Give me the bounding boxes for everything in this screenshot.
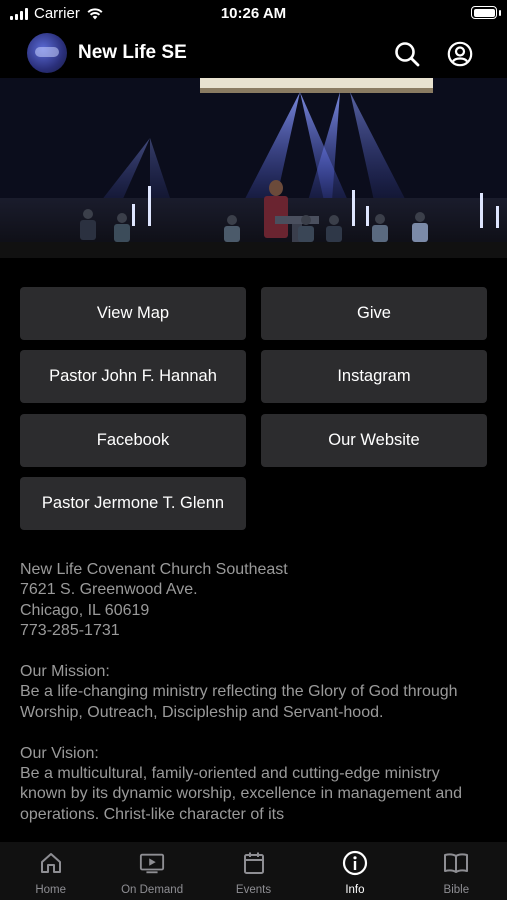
tab-bible[interactable]: Bible <box>406 842 507 900</box>
church-name: New Life Covenant Church Southeast <box>20 561 288 578</box>
tab-info[interactable]: Info <box>304 842 405 900</box>
vision-heading: Our Vision: <box>20 744 99 762</box>
tab-bar: Home On Demand Events Info Bible <box>0 842 507 900</box>
app-header: New Life SE <box>0 28 507 78</box>
church-logo <box>27 33 67 73</box>
pastor-hannah-button[interactable]: Pastor John F. Hannah <box>20 350 246 403</box>
home-icon <box>38 850 64 876</box>
hero-image <box>0 78 507 258</box>
vision-block: Our Vision: Be a multicultural, family-o… <box>20 744 490 826</box>
tab-label: Home <box>35 884 67 896</box>
app-title: New Life SE <box>78 42 187 63</box>
facebook-button[interactable]: Facebook <box>20 414 246 467</box>
status-time: 10:26 AM <box>220 5 287 22</box>
instagram-button[interactable]: Instagram <box>261 350 487 403</box>
tab-home[interactable]: Home <box>0 842 101 900</box>
website-button[interactable]: Our Website <box>261 414 487 467</box>
battery-nub <box>499 10 501 16</box>
play-icon <box>139 850 165 876</box>
give-button[interactable]: Give <box>261 287 487 340</box>
info-icon <box>342 850 368 876</box>
book-icon <box>443 850 469 876</box>
mission-text: Be a life-changing ministry reflecting t… <box>20 683 458 721</box>
mission-heading: Our Mission: <box>20 663 110 681</box>
account-button[interactable] <box>446 40 474 68</box>
view-map-button[interactable]: View Map <box>20 287 246 340</box>
tab-label: Info <box>345 884 365 896</box>
tab-on-demand[interactable]: On Demand <box>101 842 202 900</box>
pastor-glenn-button[interactable]: Pastor Jermone T. Glenn <box>20 477 246 530</box>
phone-number[interactable]: 773-285-1731 <box>20 621 490 641</box>
user-icon <box>447 41 473 67</box>
vision-text: Be a multicultural, family-oriented and … <box>20 765 463 823</box>
mission-block: Our Mission: Be a life-changing ministry… <box>20 662 490 723</box>
status-bar: Carrier 10:26 AM <box>0 0 507 28</box>
battery-icon <box>471 6 497 19</box>
tab-label: On Demand <box>121 884 184 896</box>
search-icon <box>395 42 420 67</box>
address-line-1: 7621 S. Greenwood Ave. <box>20 581 198 599</box>
calendar-icon <box>241 850 267 876</box>
search-button[interactable] <box>393 40 421 68</box>
tab-events[interactable]: Events <box>203 842 304 900</box>
contact-block: New Life Covenant Church Southeast 7621 … <box>20 560 490 642</box>
church-info: New Life Covenant Church Southeast 7621 … <box>20 560 490 842</box>
tab-label: Bible <box>443 884 470 896</box>
tab-label: Events <box>235 884 272 896</box>
address-line-2: Chicago, IL 60619 <box>20 601 150 619</box>
